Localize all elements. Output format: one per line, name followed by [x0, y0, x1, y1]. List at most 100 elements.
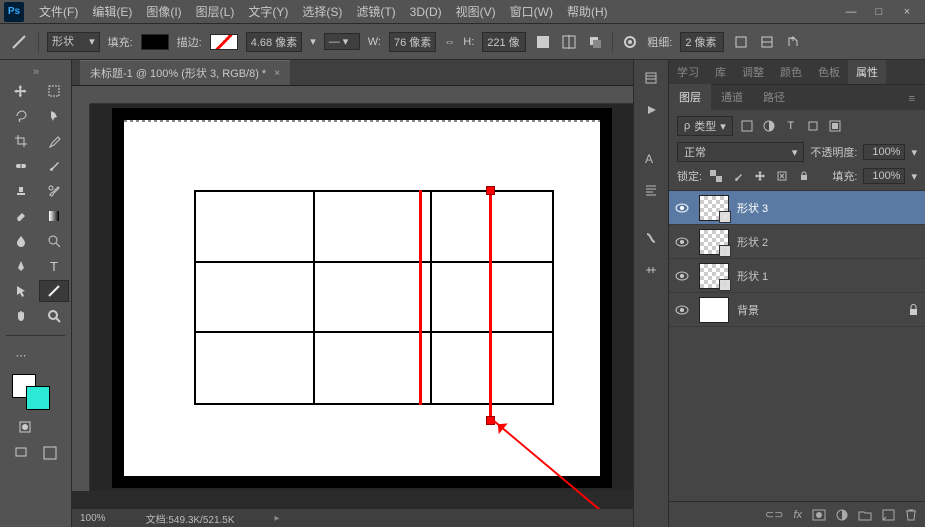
- color-swatches[interactable]: [0, 370, 71, 414]
- lock-transparency-icon[interactable]: [708, 169, 724, 183]
- history-panel-icon[interactable]: [641, 68, 661, 88]
- visibility-icon[interactable]: [675, 305, 691, 315]
- tab-channels[interactable]: 通道: [711, 84, 753, 110]
- group-icon[interactable]: [858, 509, 872, 521]
- lock-icon[interactable]: [908, 304, 919, 316]
- tab-learn[interactable]: 学习: [669, 60, 707, 84]
- filter-adjustment-icon[interactable]: [761, 119, 777, 133]
- adjustment-layer-icon[interactable]: [836, 509, 848, 521]
- menu-help[interactable]: 帮助(H): [560, 3, 615, 20]
- paragraph-panel-icon[interactable]: [641, 180, 661, 200]
- menu-image[interactable]: 图像(I): [139, 3, 188, 20]
- visibility-icon[interactable]: [675, 203, 691, 213]
- actions-panel-icon[interactable]: [641, 100, 661, 120]
- filter-shape-icon[interactable]: [805, 119, 821, 133]
- quick-select-tool[interactable]: [39, 105, 69, 127]
- fill-swatch[interactable]: [141, 34, 169, 50]
- menu-layer[interactable]: 图层(L): [189, 3, 242, 20]
- layer-name[interactable]: 形状 1: [737, 268, 768, 284]
- opacity-dropdown-icon[interactable]: ▾: [911, 146, 917, 159]
- layer-thumbnail[interactable]: ▫: [699, 229, 729, 255]
- layer-row[interactable]: 背景: [669, 293, 925, 327]
- artboard[interactable]: [112, 108, 612, 488]
- hand-tool[interactable]: [6, 305, 36, 327]
- visibility-icon[interactable]: [675, 237, 691, 247]
- pen-tool[interactable]: [6, 255, 36, 277]
- stroke-style-select[interactable]: — ▾: [324, 33, 360, 50]
- tab-libraries[interactable]: 库: [707, 60, 734, 84]
- gear-icon[interactable]: [621, 33, 639, 51]
- menu-window[interactable]: 窗口(W): [503, 3, 560, 20]
- gradient-tool[interactable]: [39, 205, 69, 227]
- stroke-swatch[interactable]: [210, 34, 238, 50]
- blur-tool[interactable]: [6, 230, 36, 252]
- eyedropper-tool[interactable]: [39, 130, 69, 152]
- path-select-tool[interactable]: [6, 280, 36, 302]
- zoom-tool[interactable]: [39, 305, 69, 327]
- path-arrange-icon[interactable]: [586, 33, 604, 51]
- toolbox-collapse-icon[interactable]: »: [0, 66, 72, 76]
- thickness-field[interactable]: 2 像素: [680, 32, 724, 52]
- menu-edit[interactable]: 编辑(E): [85, 3, 139, 20]
- link-wh-icon[interactable]: ⇔: [444, 36, 455, 48]
- fill-opacity-field[interactable]: 100%: [863, 168, 905, 184]
- filter-pixel-icon[interactable]: [739, 119, 755, 133]
- tab-layers[interactable]: 图层: [669, 84, 711, 110]
- tab-swatches[interactable]: 色板: [810, 60, 848, 84]
- lock-pixels-icon[interactable]: [730, 169, 746, 183]
- lock-position-icon[interactable]: [752, 169, 768, 183]
- transform-handle[interactable]: [486, 186, 495, 195]
- menu-view[interactable]: 视图(V): [449, 3, 503, 20]
- new-layer-icon[interactable]: [882, 509, 895, 521]
- stroke-type-dropdown[interactable]: ▾: [310, 35, 316, 48]
- document-tab[interactable]: 未标题-1 @ 100% (形状 3, RGB/8) * ×: [80, 60, 290, 85]
- heal-tool[interactable]: [6, 155, 36, 177]
- tab-color[interactable]: 颜色: [772, 60, 810, 84]
- ruler-horizontal[interactable]: [90, 86, 633, 104]
- canvas[interactable]: [90, 104, 633, 491]
- lock-artboard-icon[interactable]: [774, 169, 790, 183]
- align-edges-icon[interactable]: [758, 33, 776, 51]
- panel-menu-icon[interactable]: ≡: [899, 88, 925, 110]
- dodge-tool[interactable]: [39, 230, 69, 252]
- width-field[interactable]: 76 像素: [389, 32, 436, 52]
- ruler-vertical[interactable]: [72, 104, 90, 491]
- zoom-level[interactable]: 100%: [80, 513, 106, 524]
- history-brush-tool[interactable]: [39, 180, 69, 202]
- opacity-field[interactable]: 100%: [863, 144, 905, 160]
- layer-filter-select[interactable]: ρ 类型 ▾: [677, 116, 733, 136]
- menu-type[interactable]: 文字(Y): [241, 3, 295, 20]
- brush-tool[interactable]: [39, 155, 69, 177]
- maximize-button[interactable]: □: [865, 6, 893, 18]
- layer-thumbnail[interactable]: [699, 297, 729, 323]
- lasso-tool[interactable]: [6, 105, 36, 127]
- marquee-tool[interactable]: [39, 80, 69, 102]
- line-cap-icon[interactable]: [732, 33, 750, 51]
- close-button[interactable]: ×: [893, 6, 921, 18]
- layer-row[interactable]: ▫形状 3: [669, 191, 925, 225]
- layer-name[interactable]: 形状 3: [737, 200, 768, 216]
- tool-mode-select[interactable]: 形状 ▾: [47, 32, 100, 52]
- filter-smartobj-icon[interactable]: [827, 119, 843, 133]
- menu-select[interactable]: 选择(S): [295, 3, 349, 20]
- edit-toolbar-icon[interactable]: ⋯: [6, 344, 36, 366]
- fill-dropdown-icon[interactable]: ▾: [911, 170, 917, 183]
- link-layers-icon[interactable]: ⊂⊃: [765, 508, 783, 521]
- trash-icon[interactable]: [905, 508, 917, 521]
- stroke-width-field[interactable]: 4.68 像素: [246, 32, 302, 52]
- shape-line-selected[interactable]: [489, 190, 492, 420]
- brush-settings-panel-icon[interactable]: [641, 260, 661, 280]
- screenmode-standard-icon[interactable]: [10, 442, 33, 464]
- tab-properties[interactable]: 属性: [848, 60, 886, 84]
- path-align-icon[interactable]: [560, 33, 578, 51]
- minimize-button[interactable]: —: [837, 6, 865, 18]
- height-field[interactable]: 221 像: [482, 32, 526, 52]
- layer-row[interactable]: ▫ 形状 1: [669, 259, 925, 293]
- visibility-icon[interactable]: [675, 271, 691, 281]
- move-tool[interactable]: [6, 80, 36, 102]
- layer-name[interactable]: 背景: [737, 302, 759, 318]
- menu-3d[interactable]: 3D(D): [403, 5, 449, 19]
- brushes-panel-icon[interactable]: [641, 228, 661, 248]
- fx-icon[interactable]: fx: [793, 509, 802, 521]
- layer-thumbnail[interactable]: ▫: [699, 263, 729, 289]
